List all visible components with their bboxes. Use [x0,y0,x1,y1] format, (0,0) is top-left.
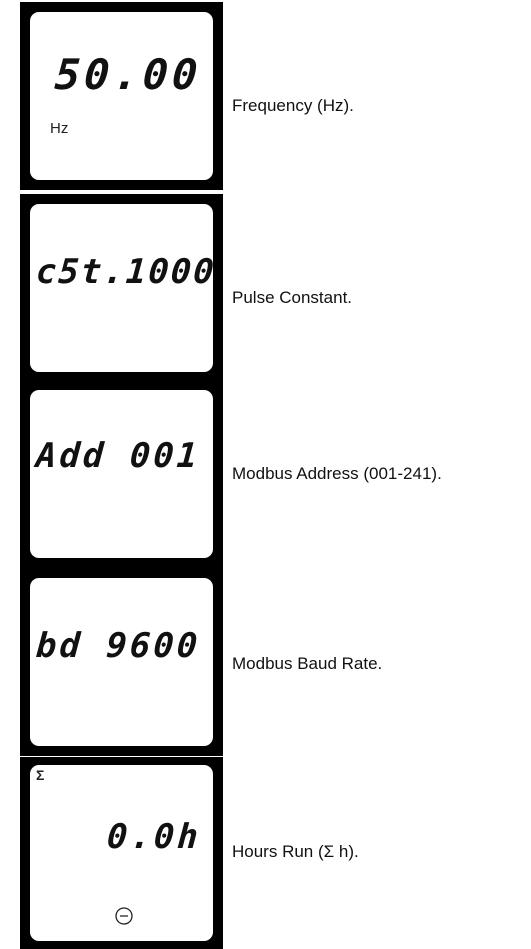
lcd-screen-frequency: 50.00 Hz [30,12,213,180]
lcd-frame-hours-run: Σ 0.0h [20,757,223,949]
caption-frequency: Frequency (Hz). [232,96,354,115]
caption-baud-rate: Modbus Baud Rate. [232,654,383,673]
lcd-screen-pulse-constant: c5t.1000 [30,204,213,372]
modbus-address-readout: Add 001 [34,436,202,476]
lcd-frame-modbus-address: Add 001 [20,380,223,568]
caption-pulse-constant: Pulse Constant. [232,288,353,307]
frequency-readout: 50.00 [52,50,203,99]
sigma-indicator: Σ [36,767,45,783]
lcd-frame-pulse-constant: c5t.1000 [20,194,223,382]
hz-unit-label: Hz [50,120,69,137]
clock-icon [114,906,134,931]
caption-hours-run: Hours Run (Σ h). [232,842,359,861]
lcd-frame-frequency: 50.00 Hz [20,2,223,190]
lcd-frame-baud-rate: bd 9600 [20,568,223,756]
lcd-screen-baud-rate: bd 9600 [30,578,213,746]
pulse-constant-readout: c5t.1000 [34,252,213,292]
hours-run-readout: 0.0h [105,817,203,857]
lcd-screen-modbus-address: Add 001 [30,390,213,558]
lcd-screen-hours-run: Σ 0.0h [30,765,213,941]
baud-rate-readout: bd 9600 [34,626,202,666]
caption-modbus-address: Modbus Address (001-241). [232,464,442,483]
